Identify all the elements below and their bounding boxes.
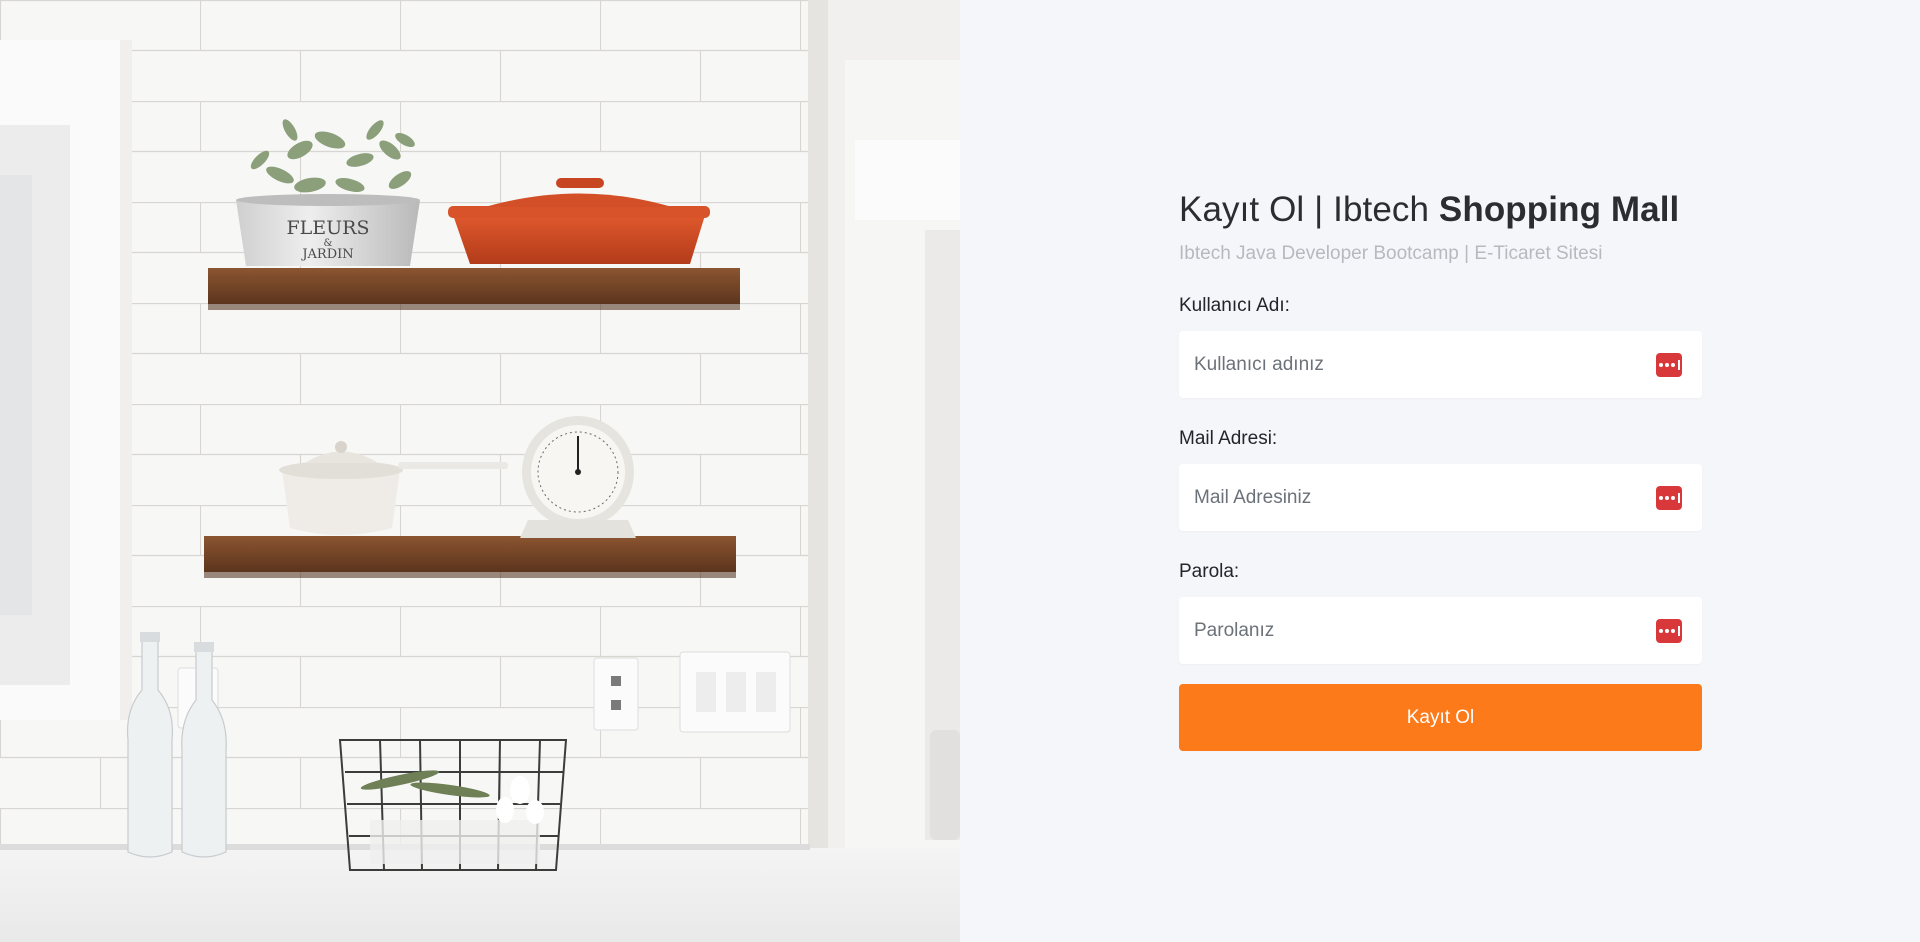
email-label: Mail Adresi: — [1179, 428, 1278, 449]
icon-dot — [1670, 628, 1675, 633]
icon-dot — [1664, 362, 1669, 367]
icon-dot — [1658, 362, 1663, 367]
icon-bar — [1677, 492, 1680, 503]
password-manager-icon[interactable] — [1656, 485, 1682, 510]
password-input[interactable] — [1179, 597, 1702, 664]
kitchen-shelf-illustration: FLEURS & JARDIN — [0, 0, 960, 942]
password-field-wrapper — [1179, 597, 1702, 664]
username-label: Kullanıcı Adı: — [1179, 295, 1290, 316]
icon-dot — [1658, 628, 1663, 633]
kitchen-shelf-photo: FLEURS & JARDIN — [0, 0, 960, 942]
pot-label-line3: JARDIN — [300, 247, 353, 262]
icon-bar — [1677, 625, 1680, 636]
register-form: Kayıt Ol | Ibtech Shopping Mall Ibtech J… — [1179, 188, 1702, 751]
page-subtitle: Ibtech Java Developer Bootcamp | E-Ticar… — [1179, 243, 1603, 264]
password-manager-icon[interactable] — [1656, 352, 1682, 377]
page-title-brand: Shopping Mall — [1438, 190, 1680, 229]
icon-dot — [1670, 362, 1675, 367]
email-input[interactable] — [1179, 464, 1702, 531]
icon-dot — [1664, 495, 1669, 500]
page-title-regular: Kayıt Ol | Ibtech — [1179, 190, 1439, 229]
email-field-wrapper — [1179, 464, 1702, 531]
icon-dot — [1664, 628, 1669, 633]
icon-dot — [1670, 495, 1675, 500]
page-title: Kayıt Ol | Ibtech Shopping Mall — [1179, 188, 1702, 232]
username-field-wrapper — [1179, 331, 1702, 398]
password-label: Parola: — [1179, 561, 1240, 582]
username-input[interactable] — [1179, 331, 1702, 398]
icon-bar — [1677, 359, 1680, 370]
icon-dot — [1658, 495, 1663, 500]
register-form-pane: Kayıt Ol | Ibtech Shopping Mall Ibtech J… — [960, 0, 1920, 942]
register-button[interactable]: Kayıt Ol — [1179, 684, 1702, 751]
password-manager-icon[interactable] — [1656, 618, 1682, 643]
pot-label-line1: FLEURS — [286, 217, 369, 239]
